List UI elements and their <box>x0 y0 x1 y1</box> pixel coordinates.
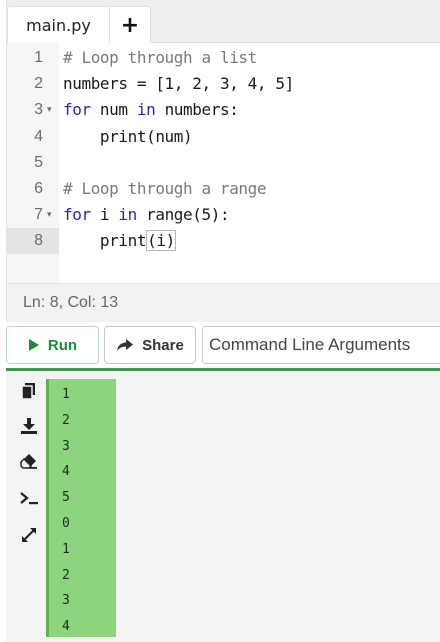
line-number: 1 <box>34 49 43 66</box>
output-line: 0 <box>62 516 70 531</box>
output-line: 2 <box>62 567 70 583</box>
code-text: print(i) <box>63 228 176 254</box>
run-button[interactable]: Run <box>6 326 99 364</box>
code-line[interactable]: 7 ▾ for i in range(5): <box>7 202 440 228</box>
code-token: numbers = [1, 2, 3, 4, 5] <box>63 74 294 94</box>
code-editor[interactable]: 1 # Loop through a list 2 numbers = [1, 2, … <box>7 43 440 283</box>
line-number-cell: 8 <box>7 228 59 255</box>
keyword-token: in <box>118 205 137 225</box>
eraser-icon[interactable] <box>19 451 39 471</box>
line-number-cell: 6 <box>7 176 59 202</box>
line-number-cell: 2 <box>7 71 59 97</box>
code-line[interactable]: 6 # Loop through a range <box>7 176 440 202</box>
code-text: for num in numbers: <box>63 97 239 123</box>
line-number: 5 <box>34 153 43 171</box>
output-line: 4 <box>62 619 70 635</box>
code-line[interactable]: 4 print(num) <box>7 124 440 150</box>
keyword-token: in <box>136 100 156 120</box>
line-number: 7 <box>34 206 43 224</box>
code-line[interactable]: 5 <box>7 150 440 176</box>
code-line[interactable]: 3 ▾ for num in numbers: <box>7 97 440 123</box>
play-icon <box>28 339 39 351</box>
line-number: 2 <box>34 75 43 93</box>
output-line: 2 <box>62 412 70 428</box>
line-number-cell: 4 <box>7 124 59 150</box>
code-token: i <box>90 205 119 225</box>
output-line: 1 <box>62 541 70 557</box>
share-button[interactable]: Share <box>104 326 196 364</box>
tab-bar: main.py + <box>7 0 440 44</box>
add-tab-button[interactable]: + <box>110 6 151 43</box>
code-token: numbers: <box>155 100 239 120</box>
line-number: 4 <box>34 127 43 145</box>
expand-icon[interactable] <box>19 525 39 545</box>
output-side-toolbar <box>6 371 46 642</box>
copy-icon[interactable] <box>19 381 39 401</box>
line-number: 8 <box>34 232 43 250</box>
output-line: 5 <box>62 490 70 506</box>
terminal-icon[interactable] <box>19 488 39 508</box>
console-output: 1 2 3 4 5 0 1 2 3 4 <box>46 379 116 637</box>
line-number-cell: 5 <box>7 150 59 176</box>
tab-main-py[interactable]: main.py <box>7 6 110 44</box>
cursor-status: Ln: 8, Col: 13 <box>7 283 440 322</box>
code-text: # Loop through a range <box>63 176 267 202</box>
command-line-arguments-input[interactable] <box>202 326 440 364</box>
line-number: 3 <box>34 101 43 119</box>
editor-panel: main.py + 1 # Loop through a list 2 numbers… <box>6 0 440 322</box>
fold-toggle-icon[interactable]: ▾ <box>47 202 52 228</box>
line-number-cell: 1 <box>7 45 59 71</box>
output-line: 3 <box>62 593 70 609</box>
code-line[interactable]: 2 numbers = [1, 2, 3, 4, 5] <box>7 71 440 97</box>
comment-token: # Loop through a list <box>63 48 257 67</box>
output-line: 4 <box>62 464 70 480</box>
code-token: print(num) <box>63 126 193 146</box>
output-line: 1 <box>62 387 70 402</box>
keyword-token: for <box>63 205 91 225</box>
download-icon[interactable] <box>19 416 39 436</box>
code-text: print(num) <box>63 124 193 150</box>
matched-bracket-token: (i) <box>146 230 176 252</box>
code-token: range(5): <box>136 205 230 225</box>
share-icon <box>117 339 134 351</box>
share-button-label: Share <box>142 336 184 354</box>
code-token: num <box>90 100 137 120</box>
line-number-cell: 7 ▾ <box>7 202 59 228</box>
code-text: for i in range(5): <box>63 202 230 228</box>
code-line[interactable]: 1 # Loop through a list <box>7 45 440 71</box>
output-panel: 1 2 3 4 5 0 1 2 3 4 <box>6 368 440 642</box>
toolbar: Run Share <box>0 322 440 368</box>
fold-toggle-icon[interactable]: ▾ <box>47 97 52 123</box>
code-token: print <box>63 231 147 251</box>
keyword-token: for <box>63 100 91 120</box>
run-button-label: Run <box>47 336 78 354</box>
output-line: 3 <box>62 438 70 454</box>
line-number: 6 <box>34 180 43 197</box>
comment-token: # Loop through a range <box>63 179 267 198</box>
line-number-cell: 3 ▾ <box>7 97 59 123</box>
code-text: # Loop through a list <box>63 45 257 71</box>
code-text: numbers = [1, 2, 3, 4, 5] <box>63 71 294 97</box>
code-line[interactable]: 8 print(i) <box>7 228 440 255</box>
